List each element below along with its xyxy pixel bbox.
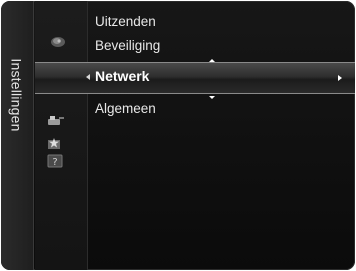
menu-list: Uitzenden Beveiliging Algemeen [89,1,355,270]
menu-item-uitzenden[interactable]: Uitzenden [95,14,156,29]
side-tab-label-wrap: Instellingen [4,51,30,139]
menu-item-netwerk[interactable]: Netwerk [95,68,149,84]
toolbox-icon[interactable] [47,114,65,126]
help-icon[interactable]: ? [47,154,63,168]
arrow-left-icon [86,74,90,80]
menu-item-beveiliging[interactable]: Beveiliging [95,38,160,53]
arrow-right-icon[interactable] [338,75,342,81]
arrow-down-icon [209,96,215,99]
satellite-dish-icon[interactable] [49,34,67,48]
arrow-up-icon [209,59,215,62]
star-screen-icon[interactable] [47,137,61,151]
settings-side-tab[interactable]: Instellingen [1,1,34,270]
settings-tab-label: Instellingen [9,58,26,132]
settings-menu-panel: Instellingen ? Uitzenden Beveiliging Alg… [1,1,355,270]
svg-text:?: ? [52,157,57,168]
selected-row-highlight[interactable] [35,62,355,94]
menu-item-algemeen[interactable]: Algemeen [95,101,156,116]
